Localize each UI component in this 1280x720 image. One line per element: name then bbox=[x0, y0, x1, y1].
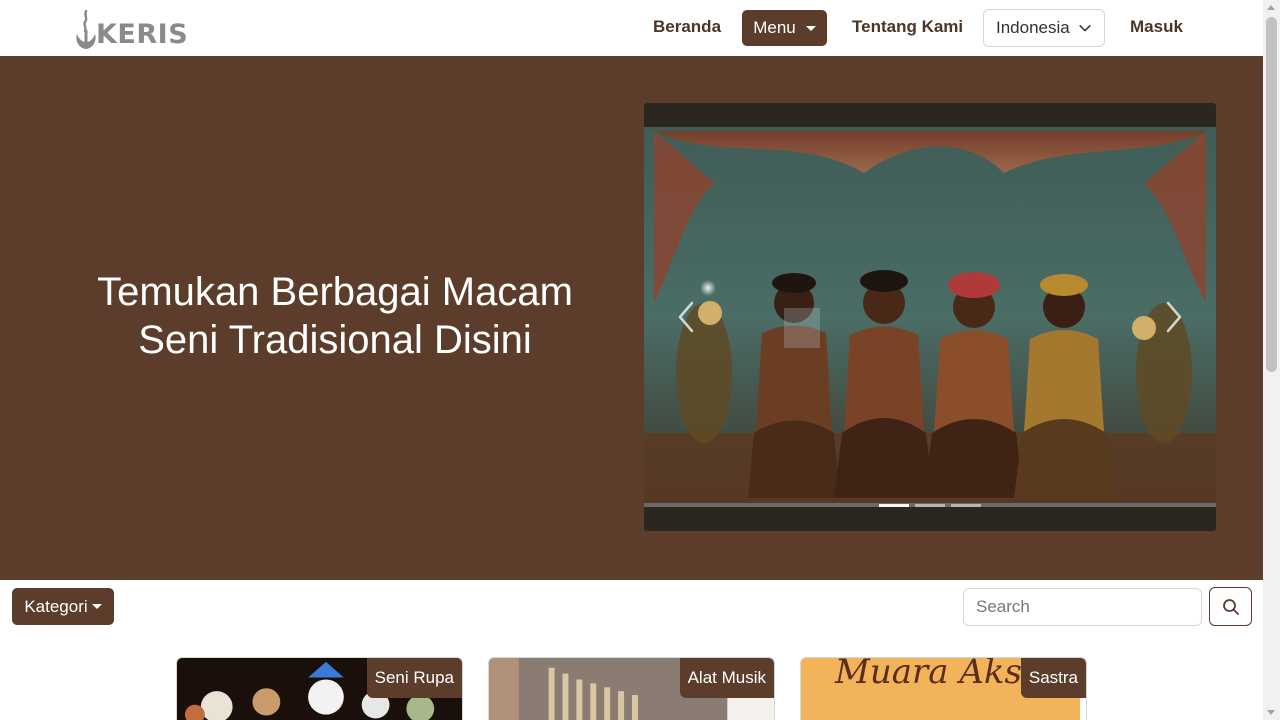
scroll-down-arrow-icon[interactable] bbox=[1267, 710, 1275, 715]
language-select[interactable]: Indonesia bbox=[983, 9, 1105, 47]
scrollbar-thumb[interactable] bbox=[1266, 17, 1277, 372]
card-badge: Alat Musik bbox=[679, 658, 774, 698]
carousel-slide-image bbox=[644, 103, 1216, 531]
hero-title: Temukan Berbagai Macam Seni Tradisional … bbox=[30, 268, 640, 364]
navbar: KERIS Beranda Menu Tentang Kami Indonesi… bbox=[0, 0, 1263, 56]
page: KERIS Beranda Menu Tentang Kami Indonesi… bbox=[0, 0, 1280, 720]
category-card-alat-musik[interactable]: Alat Musik bbox=[488, 657, 775, 720]
card-badge: Seni Rupa bbox=[366, 658, 462, 698]
kategori-dropdown-button[interactable]: Kategori bbox=[12, 588, 114, 625]
nav-masuk-link[interactable]: Masuk bbox=[1130, 17, 1183, 37]
menu-dropdown-button[interactable]: Menu bbox=[742, 10, 827, 46]
category-card-sastra[interactable]: Muara Aksar Sastra bbox=[800, 657, 1087, 720]
carousel-indicator-3[interactable] bbox=[951, 504, 981, 507]
chevron-right-icon bbox=[1166, 301, 1182, 333]
language-select-value: Indonesia bbox=[996, 18, 1070, 37]
search-button[interactable] bbox=[1209, 587, 1252, 626]
kategori-label: Kategori bbox=[24, 596, 88, 616]
category-card-seni-rupa[interactable]: Seni Rupa bbox=[176, 657, 463, 720]
chevron-down-icon bbox=[1079, 25, 1091, 32]
nav-beranda-link[interactable]: Beranda bbox=[653, 17, 721, 37]
page-scrollbar[interactable] bbox=[1263, 0, 1280, 720]
card-badge: Sastra bbox=[1020, 658, 1086, 698]
brand-name: KERIS bbox=[96, 19, 189, 50]
carousel-next-button[interactable] bbox=[1158, 299, 1188, 335]
carousel-prev-button[interactable] bbox=[672, 299, 702, 335]
hero-title-line-2: Seni Tradisional Disini bbox=[138, 318, 532, 362]
hero-title-line-1: Temukan Berbagai Macam bbox=[97, 270, 573, 314]
carousel-indicator-1[interactable] bbox=[879, 504, 909, 507]
caret-down-icon bbox=[805, 25, 816, 31]
search-input[interactable] bbox=[963, 588, 1202, 626]
hero-section: Temukan Berbagai Macam Seni Tradisional … bbox=[0, 56, 1263, 580]
search-icon bbox=[1222, 598, 1239, 615]
keris-flame-icon bbox=[72, 9, 100, 50]
hero-carousel[interactable] bbox=[644, 103, 1216, 531]
caret-down-icon bbox=[91, 604, 102, 609]
chevron-left-icon bbox=[678, 301, 694, 333]
scroll-up-arrow-icon[interactable] bbox=[1267, 5, 1275, 10]
brand-logo[interactable]: KERIS bbox=[72, 8, 189, 50]
menu-dropdown-label: Menu bbox=[753, 18, 796, 37]
nav-tentang-kami-link[interactable]: Tentang Kami bbox=[852, 17, 963, 37]
carousel-indicators bbox=[644, 504, 1216, 507]
carousel-indicator-2[interactable] bbox=[915, 504, 945, 507]
